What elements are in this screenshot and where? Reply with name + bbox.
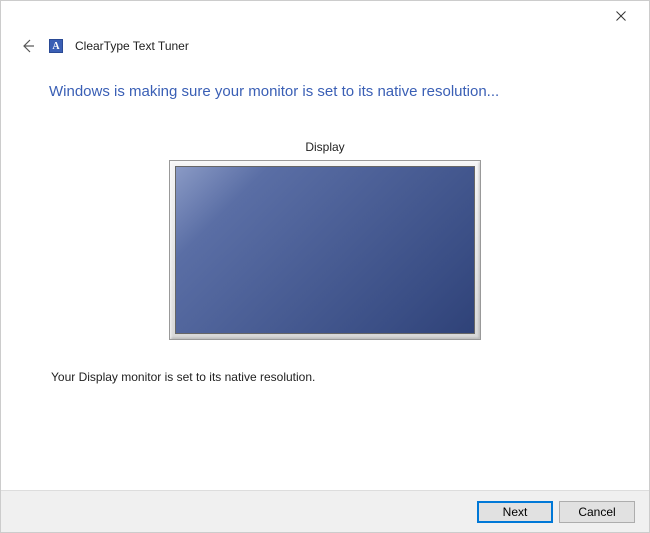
monitor-screen [175, 166, 475, 334]
status-text: Your Display monitor is set to its nativ… [49, 370, 601, 384]
display-label: Display [305, 140, 344, 154]
back-button[interactable] [19, 37, 37, 55]
button-bar: Next Cancel [1, 490, 649, 532]
monitor-frame [169, 160, 481, 340]
page-heading: Windows is making sure your monitor is s… [49, 83, 601, 100]
display-preview: Display [49, 140, 601, 340]
content-area: Windows is making sure your monitor is s… [1, 65, 649, 384]
back-arrow-icon [20, 38, 36, 54]
close-icon [616, 11, 626, 21]
next-button[interactable]: Next [477, 501, 553, 523]
titlebar [1, 1, 649, 31]
close-button[interactable] [601, 2, 641, 30]
cancel-button[interactable]: Cancel [559, 501, 635, 523]
header: A ClearType Text Tuner [1, 31, 649, 65]
app-icon: A [49, 39, 63, 53]
app-title: ClearType Text Tuner [75, 39, 189, 53]
